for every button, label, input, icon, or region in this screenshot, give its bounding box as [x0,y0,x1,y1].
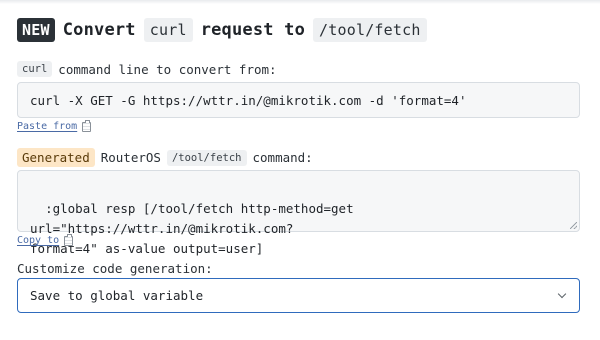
routeros-output-textarea[interactable]: :global resp [/tool/fetch http-method=ge… [17,170,580,256]
title-prefix: Convert [62,20,136,40]
code-generation-selected: Save to global variable [30,288,204,303]
customize-label: Customize code generation: [17,261,213,276]
copy-to-link[interactable]: Copy to [17,233,74,246]
routeros-output-text: :global resp [/tool/fetch http-method=ge… [30,201,354,256]
paste-from-link[interactable]: Paste from [17,119,92,132]
chevron-down-icon [557,289,567,298]
paste-from-label: Paste from [17,121,78,132]
output-label: Generated RouterOS /tool/fetch command: [17,148,313,167]
output-label-end: command: [252,150,313,165]
copy-to-label: Copy to [17,235,60,246]
code-generation-select[interactable]: Save to global variable [17,278,580,313]
output-path-chip: /tool/fetch [166,149,247,166]
clipboard-icon [82,119,92,132]
page-title: NEW Convert curl request to /tool/fetch [17,18,427,42]
clipboard-icon [64,233,74,246]
title-curl-chip: curl [143,18,193,42]
output-label-mid: RouterOS [100,150,161,165]
input-label-text: command line to convert from: [58,61,277,77]
resize-handle[interactable] [570,222,577,229]
top-divider [0,0,600,4]
input-curl-chip: curl [17,61,53,77]
title-middle: request to [200,20,306,40]
new-badge: NEW [17,18,55,42]
input-label: curl command line to convert from: [17,61,277,77]
curl-command-input[interactable]: curl -X GET -G https://wttr.in/@mikrotik… [17,82,580,118]
title-path-chip: /tool/fetch [313,18,427,42]
generated-chip: Generated [17,148,95,167]
